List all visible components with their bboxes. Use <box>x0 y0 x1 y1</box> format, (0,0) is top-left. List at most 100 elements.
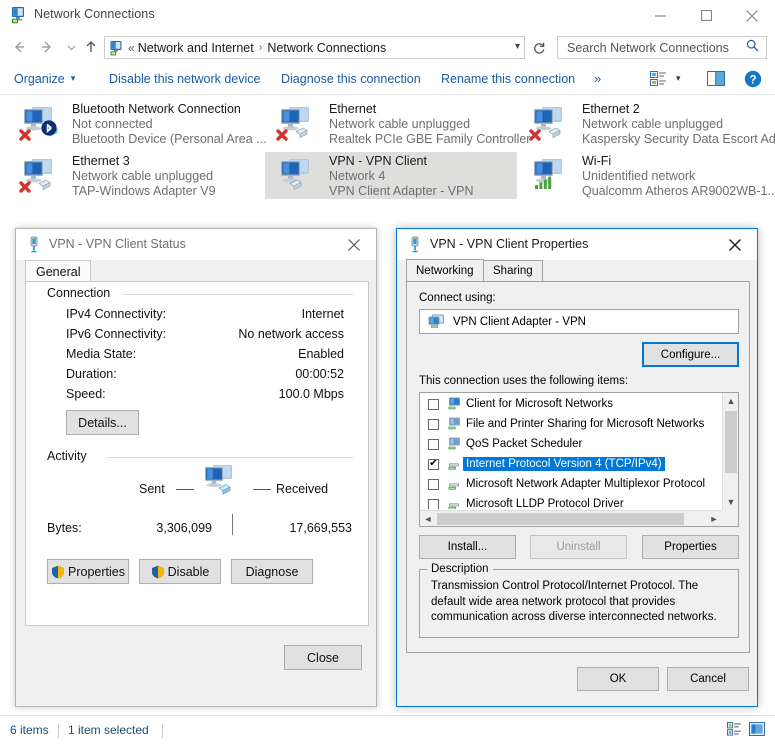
protocol-properties-button[interactable]: Properties <box>642 535 739 559</box>
list-item[interactable]: Wi-Fi Unidentified network Qualcomm Athe… <box>518 152 770 199</box>
ok-button[interactable]: OK <box>577 667 659 691</box>
vpn-properties-dialog: VPN - VPN Client Properties Networking S… <box>396 228 758 707</box>
connection-device: TAP-Windows Adapter V9 <box>72 184 216 198</box>
status-disable-button[interactable]: Disable <box>139 559 221 584</box>
list-item[interactable]: Bluetooth Network Connection Not connect… <box>8 100 260 147</box>
diagnose-connection-button[interactable]: Diagnose this connection <box>281 63 421 94</box>
breadcrumb-separator: › <box>254 42 268 54</box>
tab-sharing[interactable]: Sharing <box>483 260 543 281</box>
forward-button[interactable] <box>36 36 58 58</box>
checkbox[interactable] <box>428 399 439 410</box>
install-button[interactable]: Install... <box>419 535 516 559</box>
tab-general[interactable]: General <box>25 260 91 282</box>
search-box[interactable] <box>557 36 767 59</box>
large-icons-view-icon[interactable] <box>749 722 765 741</box>
details-button[interactable]: Details... <box>66 410 139 435</box>
details-view-icon[interactable] <box>727 722 742 741</box>
status-properties-button[interactable]: Properties <box>47 559 129 584</box>
more-commands-button[interactable]: » <box>594 63 601 94</box>
list-item-selected[interactable]: VPN - VPN Client Network 4 VPN Client Ad… <box>265 152 517 199</box>
list-horizontal-scrollbar[interactable]: ◄ ► <box>420 510 722 526</box>
adapter-field[interactable]: VPN Client Adapter - VPN <box>419 309 739 334</box>
network-connections-icon <box>10 6 28 24</box>
help-icon: ? <box>744 70 762 88</box>
status-dialog-titlebar: VPN - VPN Client Status <box>16 229 376 260</box>
minimize-button[interactable] <box>637 0 683 31</box>
chevron-down-icon: ▾ <box>71 73 76 84</box>
cancel-button[interactable]: Cancel <box>667 667 749 691</box>
checkbox[interactable] <box>428 419 439 430</box>
selection-count: 1 item selected <box>68 723 149 737</box>
status-close-button[interactable]: Close <box>284 645 362 670</box>
properties-dialog-close-button[interactable] <box>712 229 757 260</box>
window-title: Network Connections <box>34 7 155 21</box>
back-button[interactable] <box>8 36 30 58</box>
scrollbar-thumb[interactable] <box>725 411 737 473</box>
network-adapter-icon <box>18 157 64 195</box>
list-item-selected[interactable]: ✔ Internet Protocol Version 4 (TCP/IPv4) <box>420 454 721 474</box>
chevron-down-icon: ▾ <box>676 73 681 84</box>
status-diagnose-button[interactable]: Diagnose <box>231 559 313 584</box>
title-bar: Network Connections <box>0 0 775 31</box>
breadcrumb-network-connections[interactable]: Network Connections <box>267 41 386 55</box>
list-item[interactable]: QoS Packet Scheduler <box>420 434 721 454</box>
refresh-button[interactable] <box>528 37 550 58</box>
bytes-sent-value: 3,306,099 <box>134 521 212 535</box>
protocol-list[interactable]: Client for Microsoft Networks File and P… <box>419 392 739 527</box>
change-view-icon <box>650 71 667 86</box>
command-toolbar: Organize ▾ Disable this network device D… <box>0 63 775 95</box>
tab-networking[interactable]: Networking <box>406 259 484 282</box>
breadcrumb-chevrons[interactable]: « <box>128 41 138 55</box>
checkbox-checked[interactable]: ✔ <box>428 459 439 470</box>
checkbox[interactable] <box>428 479 439 490</box>
bytes-received-value: 17,669,553 <box>266 521 352 535</box>
network-properties-icon <box>407 236 423 253</box>
sent-label: Sent <box>139 482 165 496</box>
list-item[interactable]: Ethernet 2 Network cable unplugged Kaspe… <box>518 100 770 147</box>
up-button[interactable] <box>80 36 102 58</box>
item-label: File and Printer Sharing for Microsoft N… <box>466 418 704 430</box>
connection-name: Bluetooth Network Connection <box>72 102 241 116</box>
items-label: This connection uses the following items… <box>419 375 628 387</box>
close-button[interactable] <box>729 0 775 31</box>
scroll-right-icon[interactable]: ► <box>706 511 722 527</box>
configure-button[interactable]: Configure... <box>642 342 739 367</box>
list-item[interactable]: Ethernet Network cable unplugged Realtek… <box>265 100 517 147</box>
list-item[interactable]: Client for Microsoft Networks <box>420 394 721 414</box>
scrollbar-thumb[interactable] <box>437 513 684 525</box>
checkbox[interactable] <box>428 439 439 450</box>
list-item[interactable]: Microsoft LLDP Protocol Driver <box>420 494 721 509</box>
status-dialog-title: VPN - VPN Client Status <box>49 237 186 251</box>
status-divider <box>58 724 59 738</box>
address-dropdown-icon[interactable]: ▾ <box>515 41 520 52</box>
disable-device-button[interactable]: Disable this network device <box>109 63 260 94</box>
connection-name: Ethernet <box>329 102 376 116</box>
checkbox[interactable] <box>428 499 439 510</box>
address-bar[interactable]: « Network and Internet › Network Connect… <box>104 36 525 59</box>
search-input[interactable] <box>565 40 737 56</box>
recent-locations-button[interactable] <box>60 36 82 58</box>
organize-button[interactable]: Organize ▾ <box>14 63 75 94</box>
rename-connection-button[interactable]: Rename this connection <box>441 63 575 94</box>
breadcrumb-network-and-internet[interactable]: Network and Internet <box>138 41 254 55</box>
preview-pane-button[interactable] <box>707 63 725 94</box>
help-button[interactable]: ? <box>744 63 762 94</box>
service-icon <box>446 397 462 411</box>
tab-networking-label: Networking <box>416 265 474 277</box>
status-dialog-close-button[interactable] <box>331 229 376 260</box>
list-item[interactable]: Ethernet 3 Network cable unplugged TAP-W… <box>8 152 260 199</box>
uninstall-button: Uninstall <box>530 535 627 559</box>
view-toggles <box>727 722 765 741</box>
list-vertical-scrollbar[interactable]: ▲ ▼ <box>722 393 738 510</box>
scroll-up-icon[interactable]: ▲ <box>723 393 739 409</box>
scroll-down-icon[interactable]: ▼ <box>723 494 739 510</box>
search-icon[interactable] <box>746 39 759 57</box>
list-item[interactable]: Microsoft Network Adapter Multiplexor Pr… <box>420 474 721 494</box>
scroll-left-icon[interactable]: ◄ <box>420 511 436 527</box>
list-item[interactable]: File and Printer Sharing for Microsoft N… <box>420 414 721 434</box>
maximize-button[interactable] <box>683 0 729 31</box>
window-controls <box>637 0 775 31</box>
tab-general-label: General <box>36 265 80 279</box>
received-dash <box>253 489 271 490</box>
change-view-button[interactable]: ▾ <box>650 63 681 94</box>
